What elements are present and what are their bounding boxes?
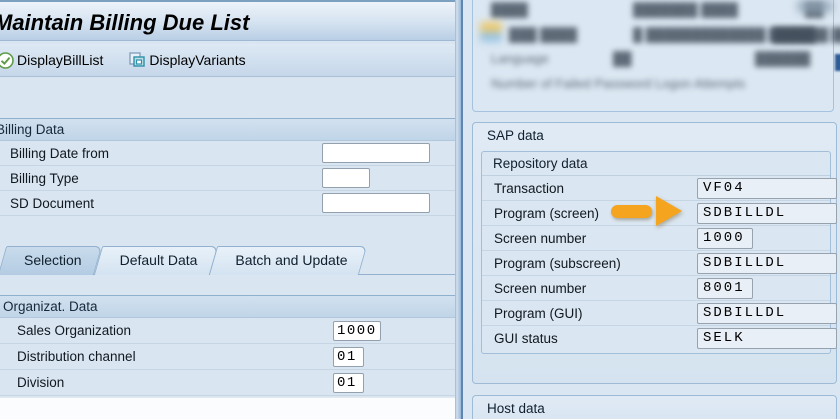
repository-data-group: Repository data Transaction VF04 Program… [481, 151, 831, 354]
application-toolbar: DisplayBillList DisplayVariants [0, 44, 455, 77]
billing-data-group-header: Billing Data [0, 118, 456, 141]
gui-status-label: GUI status [494, 331, 558, 346]
sales-organization-label: Sales Organization [17, 323, 131, 338]
organizat-data-group: Organizat. Data Sales Organization Distr… [0, 295, 456, 396]
host-data-group-title: Host data [473, 396, 836, 419]
distribution-channel-row: Distribution channel [0, 344, 456, 370]
billing-type-input[interactable] [322, 168, 370, 188]
tab-selection[interactable]: Selection [2, 246, 98, 275]
program-screen-field[interactable]: SDBILLDL [697, 203, 837, 224]
sd-document-row: SD Document [0, 191, 456, 216]
redacted-label-1: ████ [491, 2, 528, 17]
transaction-row: Transaction VF04 [482, 176, 830, 201]
program-screen-row: Program (screen) SDBILLDL [482, 201, 830, 226]
billing-date-from-label: Billing Date from [10, 146, 109, 161]
window-titlebar: Maintain Billing Due List [0, 0, 455, 41]
tab-default-data-label: Default Data [120, 252, 198, 268]
program-screen-label: Program (screen) [494, 206, 599, 221]
language-value: ██ [613, 51, 631, 66]
billing-type-row: Billing Type [0, 166, 456, 191]
billing-date-from-row: Billing Date from [0, 141, 456, 166]
program-gui-label: Program (GUI) [494, 306, 583, 321]
program-subscreen-label: Program (subscreen) [494, 256, 621, 271]
billing-date-from-input[interactable] [322, 143, 430, 163]
transaction-label: Transaction [494, 181, 564, 196]
screen: Maintain Billing Due List DisplayBillLis… [0, 0, 840, 419]
page-title: Maintain Billing Due List [0, 10, 249, 36]
distribution-channel-input[interactable] [333, 347, 364, 367]
redacted-user-section: ████ ███████ ████ ██ ███ ████ █ ████████… [472, 0, 834, 112]
screen-number-2-field[interactable]: 8001 [697, 278, 753, 299]
division-row: Division [0, 370, 456, 396]
variants-icon [129, 52, 146, 69]
billing-data-group: Billing Data Billing Date from Billing T… [0, 118, 456, 216]
screen-number-field[interactable]: 1000 [697, 228, 753, 249]
window-bottom-band [0, 397, 455, 419]
sd-document-label: SD Document [10, 196, 94, 211]
sap-data-group-title: SAP data [473, 123, 836, 147]
display-bill-list-label: DisplayBillList [17, 52, 103, 68]
transaction-field[interactable]: VF04 [697, 178, 837, 199]
division-input[interactable] [333, 373, 364, 393]
program-gui-row: Program (GUI) SDBILLDL [482, 301, 830, 326]
program-gui-field[interactable]: SDBILLDL [697, 303, 837, 324]
display-bill-list-button[interactable]: DisplayBillList [0, 50, 107, 71]
sales-organization-input[interactable] [333, 321, 381, 341]
billing-due-list-window: Maintain Billing Due List DisplayBillLis… [0, 0, 456, 419]
tab-default-data[interactable]: Default Data [98, 246, 214, 275]
redacted-label-2: ███ ████ [509, 27, 577, 42]
sd-document-input[interactable] [322, 193, 430, 213]
display-variants-label: DisplayVariants [149, 52, 245, 68]
tab-batch-and-update[interactable]: Batch and Update [213, 246, 363, 275]
failed-password-attempts-label: Number of Failed Password Logon Attempts [491, 76, 745, 91]
program-subscreen-field[interactable]: SDBILLDL [697, 253, 837, 274]
screen-number-2-label: Screen number [494, 281, 586, 296]
program-subscreen-row: Program (subscreen) SDBILLDL [482, 251, 830, 276]
organizat-data-group-header: Organizat. Data [0, 295, 456, 318]
redacted-right-2: ██████ ██ [773, 27, 840, 42]
billing-type-label: Billing Type [10, 171, 79, 186]
gui-status-field[interactable]: SELK [697, 328, 837, 349]
repository-data-group-title: Repository data [482, 152, 830, 176]
billing-data-group-title: Billing Data [0, 122, 64, 137]
system-icon [480, 22, 502, 42]
redacted-value-1: ███████ ████ [633, 2, 738, 17]
sales-organization-row: Sales Organization [0, 318, 456, 344]
screen-number-2-row: Screen number 8001 [482, 276, 830, 301]
tab-selection-label: Selection [24, 252, 82, 268]
cut-off-button-edge [835, 54, 840, 71]
system-status-window: ████ ███████ ████ ██ ███ ████ █ ████████… [461, 0, 840, 419]
redacted-right-3: ██████ [755, 51, 810, 66]
screen-number-label: Screen number [494, 231, 586, 246]
display-variants-button[interactable]: DisplayVariants [125, 50, 249, 71]
organizat-data-group-title: Organizat. Data [3, 299, 98, 314]
host-data-group: Host data [472, 395, 837, 419]
language-label: Language [491, 51, 549, 66]
bill-list-check-icon [0, 52, 14, 69]
tab-strip: Selection Default Data Batch and Update [2, 246, 364, 275]
tab-batch-and-update-label: Batch and Update [235, 252, 347, 268]
distribution-channel-label: Distribution channel [17, 349, 136, 364]
redacted-corner-blob [797, 0, 833, 13]
division-label: Division [17, 375, 64, 390]
sap-data-group: SAP data Repository data Transaction VF0… [472, 122, 837, 384]
screen-number-row: Screen number 1000 [482, 226, 830, 251]
gui-status-row: GUI status SELK [482, 326, 830, 351]
